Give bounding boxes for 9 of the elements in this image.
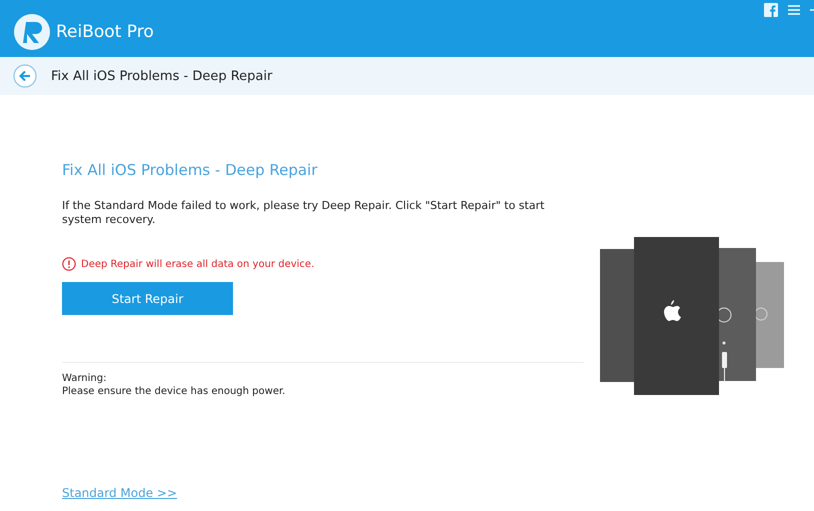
alert-text: Deep Repair will erase all data on your device. [81, 258, 314, 270]
page-title: Fix All iOS Problems - Deep Repair [51, 68, 272, 84]
start-repair-button[interactable]: Start Repair [62, 282, 233, 315]
section-heading: Fix All iOS Problems - Deep Repair [62, 161, 318, 179]
warning-label: Warning: [62, 372, 108, 385]
standard-mode-link[interactable]: Standard Mode >> [62, 486, 178, 500]
description-text: If the Standard Mode failed to work, please try Deep Repair. Click "Start Repair" to start system recovery. [62, 199, 546, 227]
warning-text: Please ensure the device has enough power. [62, 385, 286, 398]
app-title: ReiBoot Pro [56, 22, 154, 42]
